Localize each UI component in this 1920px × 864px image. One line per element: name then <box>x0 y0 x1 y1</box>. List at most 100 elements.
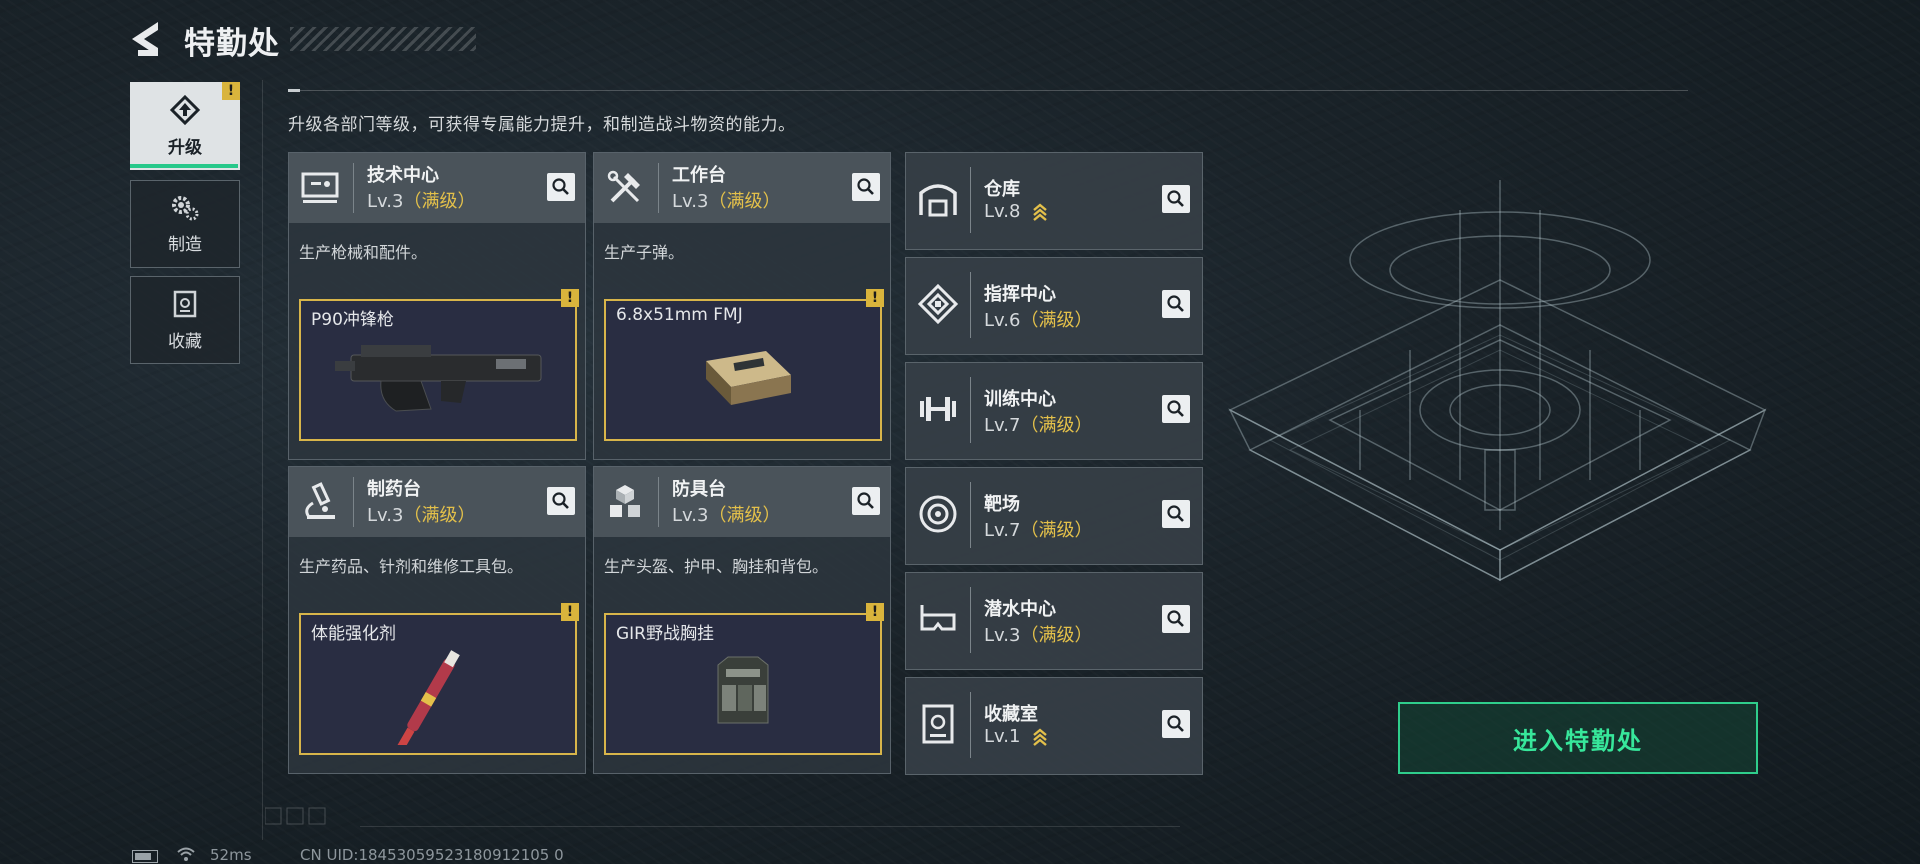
facility-level: Lv.6（满级） <box>984 310 1093 331</box>
facility-name: 指挥中心 <box>984 284 1056 305</box>
search-icon <box>1167 295 1184 312</box>
ping-readout: 52ms <box>210 846 252 864</box>
divider <box>262 80 263 840</box>
facility-name: 防具台 <box>672 479 726 500</box>
facility-name: 工作台 <box>672 165 726 186</box>
inspect-button[interactable] <box>1162 605 1190 633</box>
user-id: CN UID:18453059523180912105 0 <box>300 846 564 864</box>
facility-name: 仓库 <box>984 179 1020 200</box>
facility-card-tech-center: 技术中心 Lv.3（满级） 生产枪械和配件。 P90冲锋枪 ! <box>288 152 586 460</box>
facility-row-training-center[interactable]: 训练中心 Lv.7（满级） <box>905 362 1203 460</box>
facility-card-workbench: 工作台 Lv.3（满级） 生产子弹。 6.8x51mm FMJ ! <box>593 152 891 460</box>
facility-level: Lv.8 <box>984 201 1048 222</box>
facility-row-collection-room[interactable]: 收藏室 Lv.1 <box>905 677 1203 775</box>
facility-level: Lv.3（满级） <box>672 505 781 526</box>
facility-level: Lv.1 <box>984 726 1048 747</box>
facility-description: 生产头盔、护甲、胸挂和背包。 <box>604 557 829 576</box>
garage-icon <box>919 184 957 217</box>
facility-name: 潜水中心 <box>984 599 1056 620</box>
chest-rig-image <box>717 656 769 724</box>
facility-name: 靶场 <box>984 494 1020 515</box>
facility-name: 制药台 <box>367 479 421 500</box>
upgrade-icon <box>169 94 201 125</box>
page-title: 特勤处 <box>184 26 280 62</box>
craft-item-slot[interactable]: P90冲锋枪 ! <box>299 289 579 441</box>
facility-card-pharmacy: 制药台 Lv.3（满级） 生产药品、针剂和维修工具包。 体能强化剂 ! <box>288 466 586 774</box>
inspect-button[interactable] <box>852 173 880 201</box>
search-icon <box>552 178 569 195</box>
inspect-button[interactable] <box>852 487 880 515</box>
facility-name: 训练中心 <box>984 389 1056 410</box>
gears-icon <box>172 195 199 220</box>
facility-level: Lv.3（满级） <box>672 191 781 212</box>
tab-collection[interactable]: 收藏 <box>130 276 240 364</box>
facility-level: Lv.3（满级） <box>367 505 476 526</box>
facility-level: Lv.7（满级） <box>984 415 1093 436</box>
alert-badge: ! <box>561 289 579 307</box>
facility-description: 生产药品、针剂和维修工具包。 <box>299 557 524 576</box>
search-icon <box>1167 715 1184 732</box>
tab-craft[interactable]: 制造 <box>130 180 240 268</box>
injector-image <box>397 650 460 745</box>
search-icon <box>857 178 874 195</box>
upgrade-chevron-icon <box>1033 728 1047 746</box>
tab-collection-label: 收藏 <box>168 331 202 352</box>
craft-item-slot[interactable]: 体能强化剂 ! <box>299 603 579 755</box>
dumbbell-icon <box>920 397 956 421</box>
collection-icon <box>922 704 954 744</box>
search-icon <box>1167 190 1184 207</box>
facility-row-shooting-range[interactable]: 靶场 Lv.7（满级） <box>905 467 1203 565</box>
battery-icon <box>132 850 158 863</box>
facility-row-command-center[interactable]: 指挥中心 Lv.6（满级） <box>905 257 1203 355</box>
search-icon <box>857 492 874 509</box>
inspect-button[interactable] <box>1162 395 1190 423</box>
title-decoration <box>290 27 476 51</box>
tab-craft-label: 制造 <box>168 234 202 255</box>
p90-smg-image <box>335 345 542 412</box>
active-tab-indicator <box>130 164 238 168</box>
facility-row-diving-center[interactable]: 潜水中心 Lv.3（满级） <box>905 572 1203 670</box>
facility-level: Lv.3（满级） <box>367 191 476 212</box>
search-icon <box>1167 610 1184 627</box>
craft-item-name: 体能强化剂 <box>311 624 396 644</box>
ammo-box-image <box>706 351 791 405</box>
alert-badge: ! <box>561 603 579 621</box>
inspect-button[interactable] <box>547 487 575 515</box>
target-icon <box>919 495 957 533</box>
wifi-icon <box>177 847 195 861</box>
decorative-marks <box>265 807 326 825</box>
inspect-button[interactable] <box>1162 185 1190 213</box>
page-description: 升级各部门等级，可获得专属能力提升，和制造战斗物资的能力。 <box>288 115 796 135</box>
divider <box>360 826 1180 827</box>
monitor-icon <box>301 172 339 203</box>
base-model-wireframe <box>1228 180 1767 582</box>
cubes-icon <box>610 485 640 517</box>
facility-level: Lv.3（满级） <box>984 625 1093 646</box>
craft-item-slot[interactable]: GIR野战胸挂 ! <box>604 603 884 755</box>
upgrade-chevron-icon <box>1033 203 1047 221</box>
craft-item-name: GIR野战胸挂 <box>616 624 714 644</box>
diving-mask-icon <box>920 605 956 631</box>
facility-description: 生产枪械和配件。 <box>299 243 428 262</box>
facility-card-armor-bench: 防具台 Lv.3（满级） 生产头盔、护甲、胸挂和背包。 GIR野战胸挂 ! <box>593 466 891 774</box>
search-icon <box>552 492 569 509</box>
search-icon <box>1167 400 1184 417</box>
inspect-button[interactable] <box>1162 710 1190 738</box>
back-arrow-icon[interactable] <box>128 20 164 58</box>
alert-badge: ! <box>866 289 884 307</box>
microscope-icon <box>305 482 335 519</box>
tab-upgrade-label: 升级 <box>168 137 202 158</box>
inspect-button[interactable] <box>1162 290 1190 318</box>
command-chip-icon <box>917 283 959 325</box>
craft-item-slot[interactable]: 6.8x51mm FMJ ! <box>604 289 884 441</box>
inspect-button[interactable] <box>547 173 575 201</box>
facility-level: Lv.7（满级） <box>984 520 1093 541</box>
enter-special-ops-button[interactable]: 进入特勤处 <box>1398 702 1758 774</box>
craft-item-name: P90冲锋枪 <box>311 310 394 330</box>
alert-badge: ! <box>866 603 884 621</box>
facility-name: 收藏室 <box>984 704 1038 725</box>
collection-tab-icon <box>173 290 197 317</box>
search-icon <box>1167 505 1184 522</box>
facility-row-warehouse[interactable]: 仓库 Lv.8 <box>905 152 1203 250</box>
inspect-button[interactable] <box>1162 500 1190 528</box>
